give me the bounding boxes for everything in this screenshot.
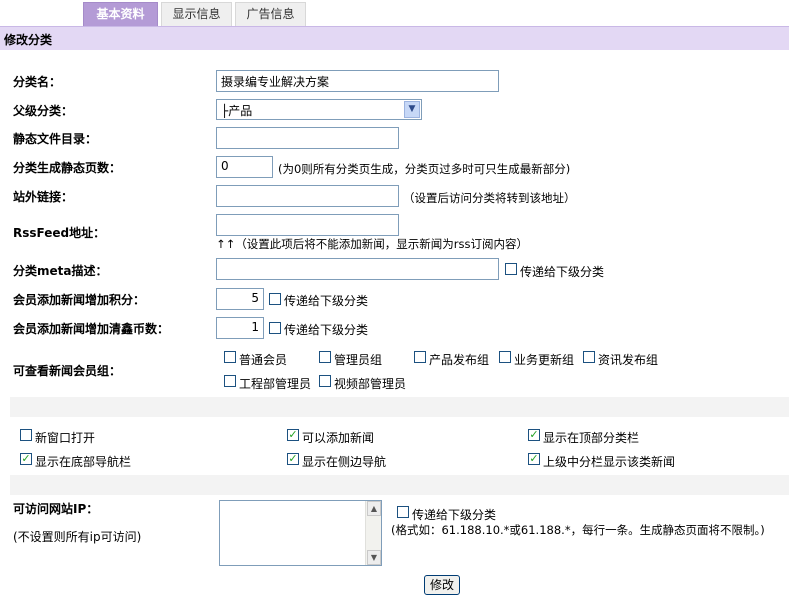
option-checkbox-bottom-nav[interactable]: ✓ [20,453,32,465]
scrollbar[interactable]: ▲ ▼ [365,501,381,565]
meta-input[interactable] [216,258,499,280]
label-static-pages: 分类生成静态页数： [13,161,122,175]
tab-basic[interactable]: 基本资料 [83,2,158,26]
rss-hint: ↑↑（设置此项后将不能添加新闻，显示新闻为rss订阅内容） [216,237,528,251]
ip-pass-checkbox[interactable] [397,506,409,518]
chevron-down-icon[interactable]: ▼ [404,101,420,118]
group-label: 业务更新组 [514,353,575,367]
scroll-up-icon[interactable]: ▲ [367,501,381,516]
group-checkbox[interactable] [224,375,236,387]
coins-pass-checkbox[interactable] [269,322,281,334]
group-label: 视频部管理员 [334,377,407,391]
group-label: 资讯发布组 [598,353,659,367]
option-label: 显示在底部导航栏 [35,455,132,469]
label-ip: 可访问网站IP： [13,502,99,516]
group-label: 工程部管理员 [239,377,312,391]
separator-band [10,475,789,495]
label-static-dir: 静态文件目录： [13,132,98,146]
points-pass-checkbox[interactable] [269,293,281,305]
option-label: 上级中分栏显示该类新闻 [543,455,676,469]
option-label: 可以添加新闻 [302,431,375,445]
points-pass-label: 传递给下级分类 [284,294,369,308]
ip-note: (不设置则所有ip可访问) [13,530,142,544]
points-input[interactable]: 5 [216,288,264,310]
section-title: 修改分类 [4,33,53,47]
group-label: 普通会员 [239,353,288,367]
group-checkbox[interactable] [414,351,426,363]
label-external-link: 站外链接： [13,190,74,204]
label-coins: 会员添加新闻增加清鑫币数： [13,322,170,336]
ip-format-hint: (格式如：61.188.10.*或61.188.*，每行一条。生成静态页面将不限… [391,523,765,537]
ip-textarea[interactable]: ▲ ▼ [219,500,382,566]
tab-display[interactable]: 显示信息 [161,2,232,26]
label-parent: 父级分类： [13,104,74,118]
option-checkbox-side-nav[interactable]: ✓ [287,453,299,465]
ip-pass-label: 传递给下级分类 [412,508,497,522]
option-checkbox-parent-column[interactable]: ✓ [528,453,540,465]
option-checkbox-top-bar[interactable]: ✓ [528,429,540,441]
option-label: 新窗口打开 [35,431,96,445]
option-label: 显示在侧边导航 [302,455,387,469]
group-checkbox[interactable] [583,351,595,363]
group-label: 产品发布组 [429,353,490,367]
meta-pass-label: 传递给下级分类 [520,265,605,279]
label-name: 分类名： [13,75,62,89]
label-meta: 分类meta描述： [13,264,108,278]
label-points: 会员添加新闻增加积分： [13,293,146,307]
group-checkbox[interactable] [224,351,236,363]
group-checkbox[interactable] [499,351,511,363]
coins-pass-label: 传递给下级分类 [284,323,369,337]
static-pages-input[interactable]: 0 [216,156,273,178]
group-checkbox[interactable] [319,351,331,363]
label-groups: 可查看新闻会员组： [13,364,122,378]
external-link-hint: （设置后访问分类将转到该地址） [403,191,576,205]
name-input[interactable]: 摄录编专业解决方案 [216,70,499,92]
parent-select-value: ├产品 [221,104,253,118]
coins-input[interactable]: 1 [216,317,264,339]
parent-select[interactable]: ├产品 ▼ [216,99,422,120]
group-checkbox[interactable] [319,375,331,387]
static-pages-hint: (为0则所有分类页生成，分类页过多时可只生成最新部分) [278,162,571,176]
rss-input[interactable] [216,214,399,236]
option-checkbox-new-window[interactable] [20,429,32,441]
meta-pass-checkbox[interactable] [505,263,517,275]
submit-button[interactable]: 修改 [424,575,460,595]
label-rss: RssFeed地址： [13,226,106,240]
static-dir-input[interactable] [216,127,399,149]
group-label: 管理员组 [334,353,383,367]
section-title-bar: 修改分类 [0,26,789,50]
option-label: 显示在顶部分类栏 [543,431,640,445]
external-link-input[interactable] [216,185,399,207]
scroll-down-icon[interactable]: ▼ [367,550,381,565]
tab-ads[interactable]: 广告信息 [235,2,306,26]
option-checkbox-allow-add[interactable]: ✓ [287,429,299,441]
separator-band [10,397,789,417]
